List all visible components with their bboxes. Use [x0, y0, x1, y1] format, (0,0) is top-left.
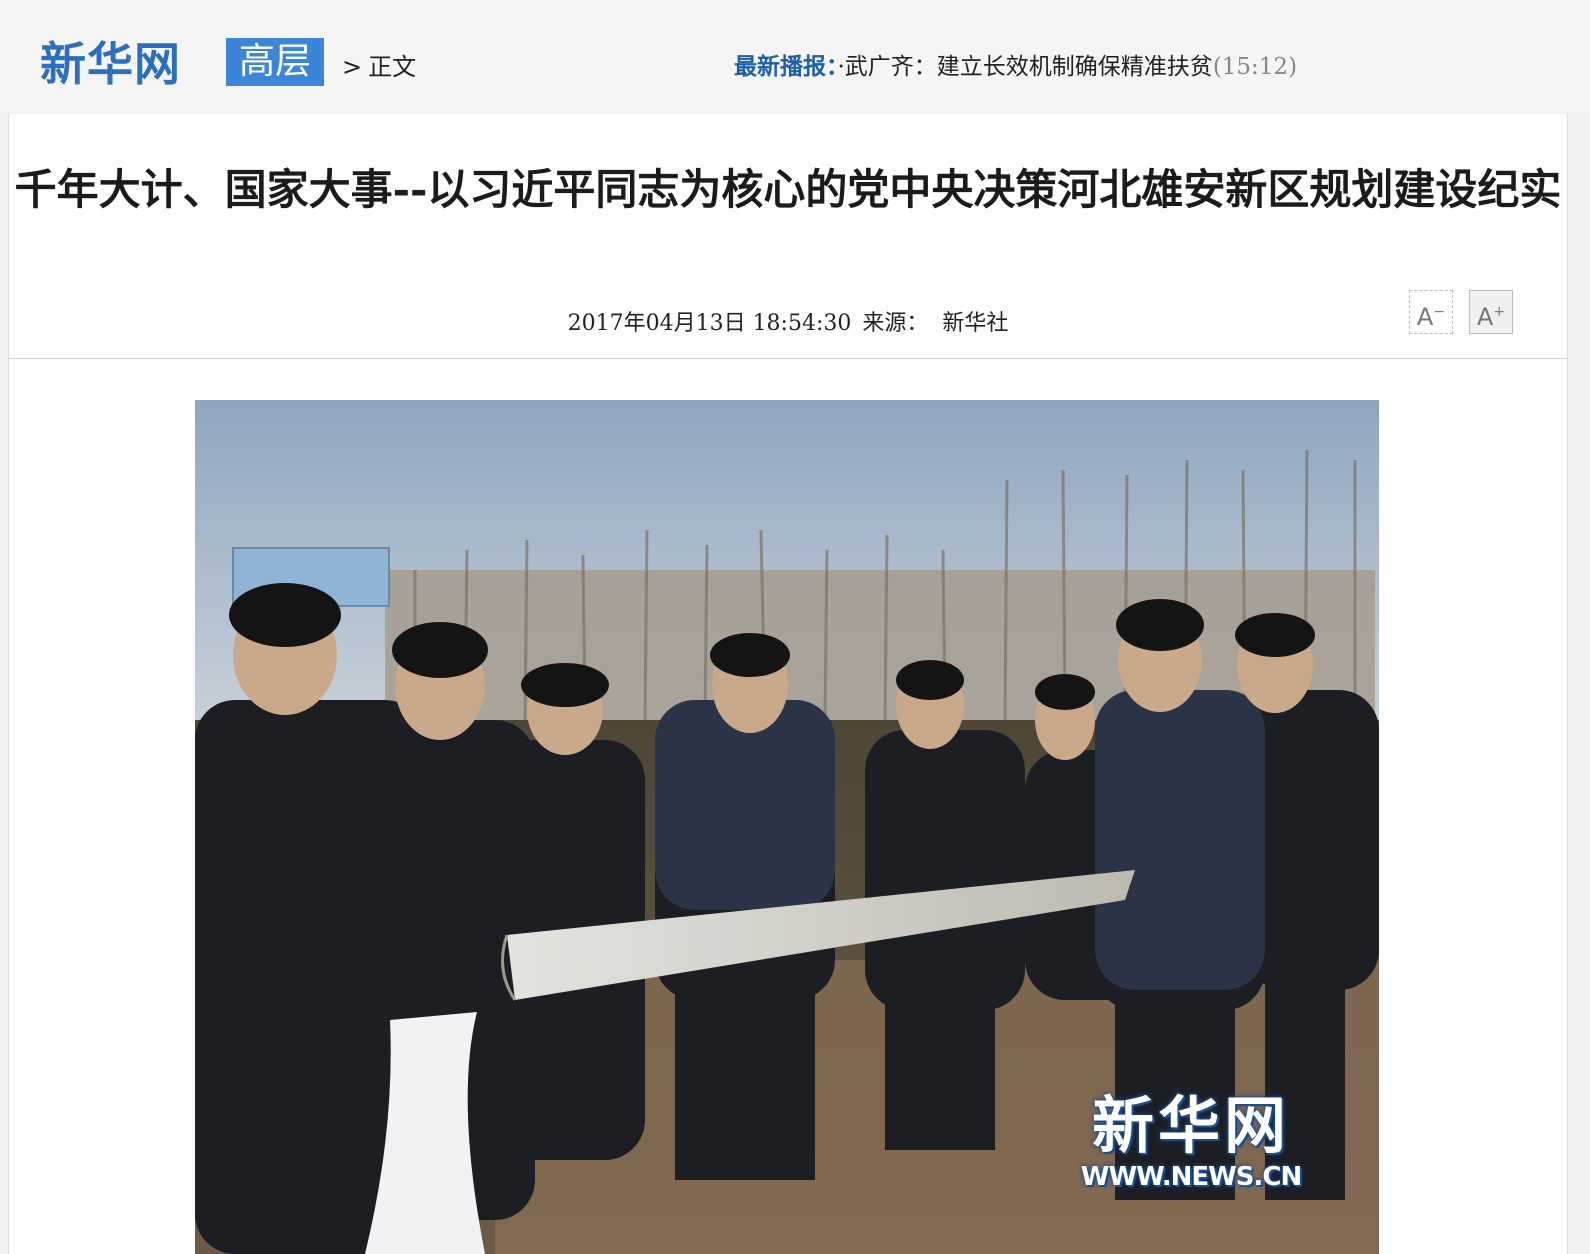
article-meta: 2017年04月13日 18:54:30 来源： 新华社: [9, 308, 1567, 340]
ticker-label: 最新播报：: [734, 53, 838, 80]
photo-watermark: 新华网 WWW.NEWS.CN: [1061, 1089, 1321, 1193]
watermark-en: WWW.NEWS.CN: [1080, 1162, 1302, 1192]
publish-datetime: 2017年04月13日 18:54:30: [567, 311, 852, 336]
font-increase-button[interactable]: A+: [1469, 290, 1513, 334]
font-decrease-button[interactable]: A−: [1409, 290, 1453, 334]
source-label: 来源：: [862, 311, 929, 336]
article-panel: 千年大计、国家大事--以习近平同志为核心的党中央决策河北雄安新区规划建设纪实 2…: [8, 114, 1568, 1254]
watermark-cn: 新华网: [1091, 1089, 1290, 1162]
font-decrease-icon: A: [1416, 303, 1434, 331]
top-bar: 新华网 高层 > 正文 最新播报：·武广齐：建立长效机制确保精准扶贫(15:12): [0, 0, 1590, 112]
source-name: 新华社: [942, 311, 1009, 336]
font-increase-icon: A: [1476, 303, 1494, 331]
minus-icon: −: [1433, 304, 1446, 320]
plus-icon: +: [1493, 304, 1506, 320]
article-title: 千年大计、国家大事--以习近平同志为核心的党中央决策河北雄安新区规划建设纪实: [14, 165, 1562, 214]
breadcrumb-separator: >: [342, 53, 363, 81]
section-tag[interactable]: 高层: [226, 38, 324, 86]
header-divider: [9, 358, 1567, 359]
site-logo[interactable]: 新华网: [40, 38, 181, 90]
ticker-time: (15:12): [1212, 54, 1298, 80]
breadcrumb: > 正文: [342, 50, 416, 84]
news-ticker: 最新播报：·武广齐：建立长效机制确保精准扶贫(15:12): [734, 50, 1297, 84]
ticker-headline-link[interactable]: ·武广齐：建立长效机制确保精准扶贫: [838, 54, 1213, 80]
article-photo: 新华网 WWW.NEWS.CN: [195, 400, 1379, 1254]
breadcrumb-current: 正文: [368, 53, 417, 81]
